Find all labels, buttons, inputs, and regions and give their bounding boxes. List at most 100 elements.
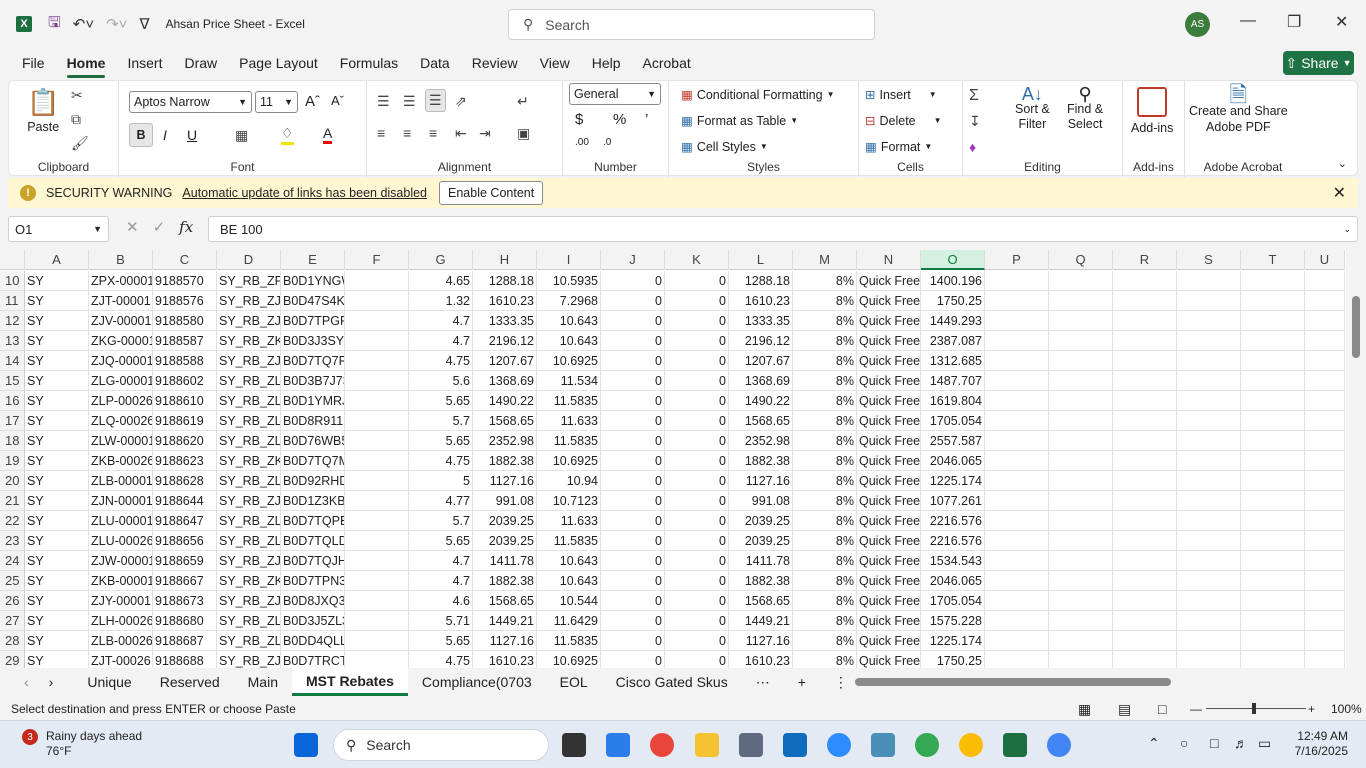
cell[interactable] — [1049, 551, 1113, 571]
cell[interactable]: 5 — [409, 471, 473, 491]
cell[interactable] — [1177, 371, 1241, 391]
cell[interactable] — [1241, 531, 1305, 551]
cell[interactable]: 8% — [793, 291, 857, 311]
horizontal-scroll-thumb[interactable] — [855, 678, 1171, 686]
cell[interactable]: 8% — [793, 371, 857, 391]
cell[interactable]: 1207.67 — [473, 351, 537, 371]
cell[interactable] — [1177, 351, 1241, 371]
cell[interactable] — [1177, 291, 1241, 311]
cell[interactable]: B0D3J5ZL3N — [281, 611, 345, 631]
file-explorer-icon[interactable] — [695, 733, 719, 757]
chrome-profile-icon[interactable] — [915, 733, 939, 757]
cell[interactable] — [1049, 631, 1113, 651]
cell[interactable]: B0D7TQJH8H — [281, 551, 345, 571]
cell[interactable] — [345, 591, 409, 611]
cell[interactable]: 8% — [793, 591, 857, 611]
cell[interactable] — [345, 571, 409, 591]
cell[interactable] — [1241, 431, 1305, 451]
cell[interactable] — [1305, 511, 1345, 531]
row-header[interactable]: 17 — [0, 411, 25, 431]
cell[interactable]: SY_RB_ZKE — [217, 571, 281, 591]
sheet-tab-main[interactable]: Main — [234, 668, 292, 696]
show-hidden-icons[interactable]: ⌃ — [1148, 735, 1160, 752]
cell[interactable]: B0DD4QLLJW — [281, 631, 345, 651]
cell[interactable] — [985, 331, 1049, 351]
cell[interactable] — [1241, 651, 1305, 668]
cell[interactable]: SY — [25, 611, 89, 631]
cell[interactable]: Quick Free — [857, 331, 921, 351]
collapse-ribbon-icon[interactable]: ⌄ — [1338, 157, 1347, 170]
windows-start-icon[interactable] — [294, 733, 318, 757]
decrease-indent-icon[interactable]: ⇤ — [455, 125, 467, 142]
cell[interactable] — [345, 551, 409, 571]
cell[interactable]: 8% — [793, 391, 857, 411]
security-message-link[interactable]: Automatic update of links has been disab… — [182, 186, 427, 200]
cell[interactable]: Quick Free — [857, 631, 921, 651]
fill-icon[interactable]: ↧ — [969, 113, 981, 130]
cell[interactable] — [1241, 491, 1305, 511]
cell[interactable]: 8% — [793, 471, 857, 491]
cell[interactable] — [1241, 451, 1305, 471]
row-header[interactable]: 23 — [0, 531, 25, 551]
cell[interactable] — [1177, 531, 1241, 551]
merge-center-icon[interactable]: ▣ — [517, 125, 530, 142]
cell[interactable] — [1241, 411, 1305, 431]
cell[interactable]: 8% — [793, 331, 857, 351]
cell[interactable]: ZKB-00026 — [89, 451, 153, 471]
cell[interactable]: ZLW-00001 — [89, 431, 153, 451]
row-header[interactable]: 22 — [0, 511, 25, 531]
cell[interactable]: 10.643 — [537, 551, 601, 571]
name-box[interactable]: O1 ▼ — [8, 216, 109, 242]
cell[interactable] — [1177, 271, 1241, 291]
cell[interactable] — [345, 331, 409, 351]
cell[interactable]: ZJN-00001 — [89, 491, 153, 511]
conditional-formatting-button[interactable]: ▦ Conditional Formatting ▼ — [681, 87, 835, 103]
cell[interactable]: 1705.054 — [921, 591, 985, 611]
cell[interactable]: 2046.065 — [921, 571, 985, 591]
next-sheet-icon[interactable]: › — [39, 668, 74, 696]
cell[interactable]: 10.6925 — [537, 451, 601, 471]
cell[interactable] — [985, 491, 1049, 511]
align-top-icon[interactable]: ☰ — [377, 93, 390, 110]
cell[interactable]: 0 — [665, 531, 729, 551]
cell[interactable]: SY — [25, 391, 89, 411]
cell[interactable]: Quick Free — [857, 411, 921, 431]
wrap-text-icon[interactable]: ↵ — [517, 93, 529, 110]
cell[interactable] — [1177, 611, 1241, 631]
column-header[interactable]: F — [345, 250, 409, 270]
restore-icon[interactable]: ❐ — [1287, 12, 1301, 32]
cell[interactable] — [1241, 611, 1305, 631]
undo-icon[interactable]: ↶˅ — [73, 15, 94, 33]
cell[interactable] — [1049, 571, 1113, 591]
cell[interactable]: 0 — [601, 631, 665, 651]
cell[interactable]: 0 — [601, 371, 665, 391]
tab-data[interactable]: Data — [409, 48, 461, 78]
autosum-icon[interactable]: Σ — [969, 87, 979, 105]
cell[interactable]: 1610.23 — [473, 291, 537, 311]
cell[interactable]: Quick Free — [857, 551, 921, 571]
cell[interactable]: 0 — [601, 651, 665, 668]
cell[interactable]: 8% — [793, 511, 857, 531]
cell[interactable] — [1305, 651, 1345, 668]
cell[interactable]: B0D7TQLDHX — [281, 531, 345, 551]
column-header[interactable]: T — [1241, 250, 1305, 270]
cell[interactable]: 2039.25 — [473, 511, 537, 531]
cell[interactable] — [1113, 531, 1177, 551]
cell[interactable]: ZLB-00026 — [89, 631, 153, 651]
cell[interactable]: 1411.78 — [473, 551, 537, 571]
cell[interactable] — [345, 431, 409, 451]
cell[interactable] — [1049, 331, 1113, 351]
cell[interactable]: 1.32 — [409, 291, 473, 311]
cell[interactable]: ZJQ-00001 — [89, 351, 153, 371]
cell[interactable]: 0 — [665, 491, 729, 511]
cell[interactable]: 9188610 — [153, 391, 217, 411]
weather-widget[interactable]: 3 Rainy days ahead 76°F — [22, 729, 142, 759]
cell[interactable] — [1113, 631, 1177, 651]
cell[interactable]: ZLU-00026 — [89, 531, 153, 551]
column-header[interactable]: L — [729, 250, 793, 270]
cell[interactable]: Quick Free — [857, 291, 921, 311]
cell[interactable]: 8% — [793, 551, 857, 571]
cell[interactable]: 0 — [601, 291, 665, 311]
cell[interactable] — [1113, 471, 1177, 491]
cell[interactable] — [1049, 411, 1113, 431]
